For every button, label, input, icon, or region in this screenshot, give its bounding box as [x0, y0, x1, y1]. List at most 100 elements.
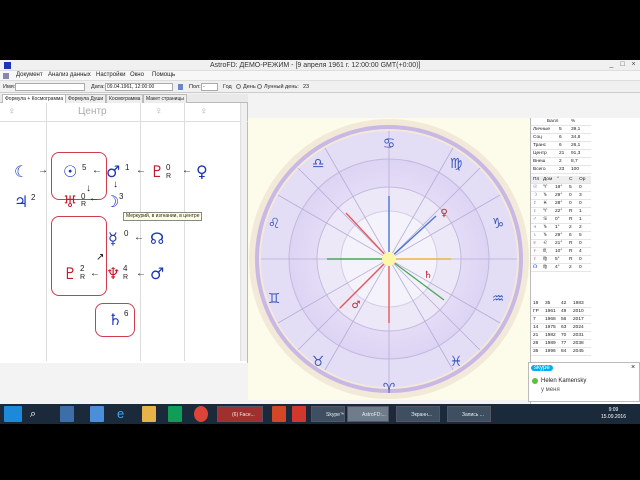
stats-header-row: Балл %: [531, 118, 591, 126]
menu-settings[interactable]: Настройки: [96, 72, 125, 78]
mars-glyph[interactable]: ♂: [106, 164, 120, 180]
close-button[interactable]: ×: [629, 61, 638, 69]
jupiter-glyph[interactable]: ♃: [14, 194, 28, 210]
search-icon[interactable]: ⌕: [30, 406, 44, 422]
years-row: 21 1982 70 2031: [531, 332, 591, 340]
tab-soul-formula[interactable]: Формула Души: [65, 94, 107, 103]
venus-glyph[interactable]: ♀: [196, 164, 208, 180]
powerpoint-icon[interactable]: [272, 406, 286, 422]
edge-icon[interactable]: e: [117, 406, 131, 422]
sex-select[interactable]: -: [201, 83, 218, 91]
column-divider: [46, 103, 47, 361]
settings-icon[interactable]: [90, 406, 104, 422]
stats-row: Внеш 2 8,7: [531, 158, 591, 166]
moon-glyph[interactable]: ☾: [14, 164, 28, 180]
pluto-glyph[interactable]: ♇: [150, 164, 164, 180]
arrow-left: ←: [89, 193, 99, 204]
years-row: 14 1975 63 2024: [531, 324, 591, 332]
arrow-left: ←: [90, 268, 100, 279]
stats-header-percent: %: [571, 119, 576, 124]
year-radio[interactable]: [236, 84, 241, 89]
menu-analysis[interactable]: Анализ данных: [48, 72, 91, 78]
arrow-down: ↓: [113, 179, 118, 190]
zodiac-sign-icon: ♍: [450, 156, 463, 172]
jupiter-count: 2: [31, 193, 36, 202]
taskbar-screen[interactable]: Экранн...: [396, 406, 440, 422]
folder-icon[interactable]: [142, 406, 156, 422]
node-glyph[interactable]: ☊: [150, 231, 164, 247]
uranus-count: 0: [81, 192, 86, 201]
store-icon[interactable]: [168, 406, 182, 422]
uranus-glyph[interactable]: ♅: [63, 194, 77, 210]
header-divider: [0, 121, 248, 122]
calendar-icon[interactable]: [178, 84, 183, 90]
arrow-left: ←: [92, 165, 102, 176]
doc-icon: [3, 73, 9, 79]
skype-logo: skype: [531, 365, 553, 371]
zodiac-sign-icon: ♊: [268, 291, 281, 307]
chrome-icon[interactable]: [194, 406, 208, 422]
zodiac-sign-icon: ♑: [492, 216, 505, 232]
planet-row: ♂ ♋ 0° R 1: [531, 216, 591, 224]
menu-document[interactable]: Документ: [16, 72, 43, 78]
menu-window[interactable]: Окно: [130, 72, 144, 78]
day-label: День: [243, 84, 256, 90]
planet-row: ♅ ♌ 21° R 0: [531, 240, 591, 248]
start-button[interactable]: [4, 406, 22, 422]
zodiac-sign-icon: ♎: [312, 156, 325, 172]
stats-row: Соц 6 34,8: [531, 134, 591, 142]
neptune-glyph[interactable]: ♆: [106, 266, 120, 282]
mars-glyph-2[interactable]: ♂: [150, 266, 164, 282]
name-label: Имя:: [3, 84, 16, 90]
maximize-button[interactable]: □: [618, 61, 627, 69]
zodiac-sign-icon: ♓: [450, 354, 463, 370]
column-divider: [184, 103, 185, 361]
far-right-column-heading: ♀: [200, 106, 208, 117]
planet-row: ☽ ♑ 29° 0 3: [531, 192, 591, 200]
moon-glyph-2[interactable]: ☽: [105, 194, 119, 210]
title-bar: AstroFD: ДЕМО-РЕЖИМ - [9 апреля 1961 г. …: [0, 60, 640, 71]
taskbar: ⌕ e (6) Face... Skype™ -... AstroFD:... …: [0, 404, 640, 424]
mercury-count: 0: [124, 229, 129, 238]
years-row: 28 1989 77 2038: [531, 340, 591, 348]
pluto-glyph-2[interactable]: ♇: [63, 266, 77, 282]
taskbar-facebook[interactable]: (6) Face...: [217, 406, 263, 422]
planet-row: ☊ ♍ 4° 2 0: [531, 264, 591, 272]
system-clock[interactable]: 9:09 15.09.2016: [601, 407, 626, 421]
menu-help[interactable]: Помощь: [152, 72, 175, 78]
minimize-button[interactable]: _: [607, 61, 616, 69]
message-preview: у меня: [541, 387, 560, 393]
saturn-glyph[interactable]: ♄: [108, 312, 122, 328]
taskbar-astrofd[interactable]: AstroFD:...: [347, 406, 389, 422]
years-row: 7 1968 56 2017: [531, 316, 591, 324]
stats-row: Центр 21 91,3: [531, 150, 591, 158]
arrow-left: ←: [134, 232, 144, 243]
pluto2-count: 2: [80, 264, 85, 273]
stats-row: Личные 5 39,1: [531, 126, 591, 134]
date-input[interactable]: 09.04.1961, 12:00:00: [105, 83, 173, 91]
right-column-heading: ♀: [155, 106, 163, 117]
mercury-glyph[interactable]: ☿: [108, 231, 118, 247]
name-input[interactable]: [15, 83, 85, 91]
day-radio[interactable]: [257, 84, 262, 89]
pluto2-retro: R: [80, 274, 86, 281]
pdf-icon[interactable]: [292, 406, 306, 422]
planet-row: ♄ ♑ 29° 6 5: [531, 232, 591, 240]
taskbar-recording[interactable]: Запись ...: [447, 406, 491, 422]
online-status-icon: [532, 378, 538, 384]
tab-formula-cosmogram[interactable]: Формула + Космограмма: [2, 94, 67, 103]
tab-cosmogram[interactable]: Космограмма: [106, 94, 144, 103]
arrow-left: ←: [182, 165, 192, 176]
planet-row: ♇ ♍ 5° R 0: [531, 256, 591, 264]
skype-notification[interactable]: skype × Helen Kamensky у меня: [528, 362, 640, 402]
vertical-scrollbar[interactable]: [240, 103, 247, 361]
cosmogram-wheel[interactable]: ♋ ♍ ♑ ♒ ♓ ♈ ♉ ♊ ♌ ♎ ♀ ♂ ♄: [248, 118, 530, 400]
planet-row: ☉ ♈ 19° 5 0: [531, 184, 591, 192]
sun-glyph[interactable]: ☉: [63, 164, 77, 180]
taskbar-skype[interactable]: Skype™ -...: [311, 406, 345, 422]
pluto-retro: R: [166, 173, 172, 180]
task-view-icon[interactable]: [60, 406, 74, 422]
tab-page-layout[interactable]: Макет страницы: [143, 94, 187, 103]
planet-table-header: Пл Дом ° С Ор: [531, 176, 591, 184]
close-icon[interactable]: ×: [631, 364, 635, 371]
